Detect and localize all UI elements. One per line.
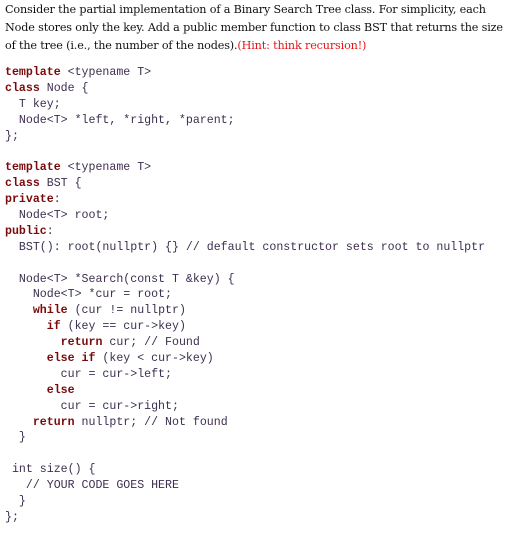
code-keyword: return [60,336,103,350]
code-line: Node<T> root; [5,208,485,224]
hint-text: (Hint: think recursion!) [237,39,367,52]
code-text: } [5,495,26,509]
code-keyword: else [46,383,75,397]
code-line: private: [5,192,485,208]
code-line: template <typename T> [5,160,485,176]
code-line: } [5,494,485,510]
question-prompt: Consider the partial implementation of a… [5,1,505,55]
code-text: <typename T> [60,161,152,175]
code-text: cur = cur->right; [5,399,179,413]
code-keyword: class [5,81,40,95]
code-line: return nullptr; // Not found [5,415,485,431]
code-line: while (cur != nullptr) [5,303,485,319]
code-text: Node<T> *Search(const T &key) { [5,272,235,286]
code-line: public: [5,224,485,240]
code-line: int size() { [5,462,485,478]
code-text: // YOUR CODE GOES HERE [5,479,179,493]
code-line: class BST { [5,176,485,192]
code-text: cur; // Found [102,336,200,350]
code-text: } [5,431,26,445]
code-line: Node<T> *Search(const T &key) { [5,272,485,288]
code-keyword: else if [46,352,96,366]
code-text: BST { [39,177,82,191]
code-line: } [5,430,485,446]
code-text: : [46,224,54,238]
code-text: }; [5,129,19,143]
code-text: <typename T> [60,66,152,79]
code-text: (key == cur->key) [60,320,186,334]
code-text: Node<T> *cur = root; [5,288,172,302]
code-text: nullptr; // Not found [74,415,228,429]
code-line: // YOUR CODE GOES HERE [5,478,485,494]
code-text: (key < cur->key) [95,352,214,366]
code-keyword: private [5,193,54,207]
code-keyword: public [5,224,47,238]
code-line: Node<T> *cur = root; [5,287,485,303]
code-line: class Node { [5,81,485,97]
code-text: (cur != nullptr) [67,304,186,318]
code-keyword: if [46,320,61,334]
code-line: }; [5,510,485,526]
code-line: BST(): root(nullptr) {} // default const… [5,240,485,256]
code-text: Node<T> root; [5,209,110,223]
code-keyword: return [32,415,75,429]
code-keyword: while [32,304,68,318]
code-text: : [53,193,61,207]
code-line: else if (key < cur->key) [5,351,485,367]
code-text: }; [5,510,19,524]
code-line: else [5,383,485,399]
code-line: return cur; // Found [5,335,485,351]
code-line: if (key == cur->key) [5,319,485,335]
code-listing: template <typename T> class Node { T key;… [5,65,485,526]
code-text: BST(): root(nullptr) {} // default const… [5,240,486,254]
code-keyword: template [5,161,61,175]
code-keyword: class [5,177,40,191]
code-line: cur = cur->right; [5,399,485,415]
code-line: cur = cur->left; [5,367,485,383]
code-line: template <typename T> [5,65,485,81]
code-line: T key; [5,97,485,113]
code-line: Node<T> *left, *right, *parent; [5,113,485,129]
code-text: Node<T> *left, *right, *parent; [5,113,235,127]
code-text: T key; [5,97,61,111]
code-line: }; [5,129,485,145]
code-text: cur = cur->left; [5,367,172,381]
code-text: int size() { [5,463,96,477]
code-text: Node { [39,81,89,95]
code-keyword: template [5,66,61,79]
